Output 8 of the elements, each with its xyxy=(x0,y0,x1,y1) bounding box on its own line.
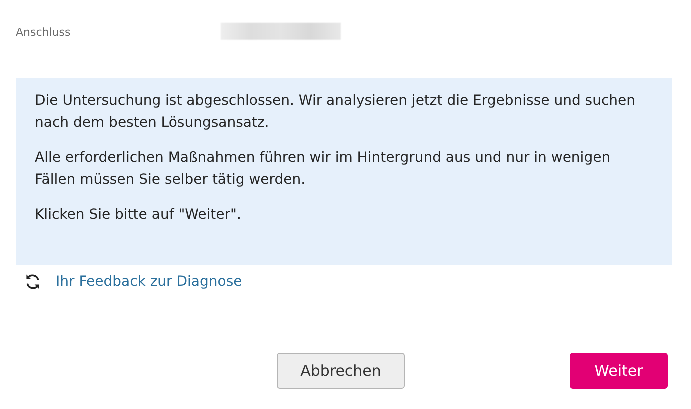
next-button[interactable]: Weiter xyxy=(570,353,668,389)
cancel-button[interactable]: Abbrechen xyxy=(277,353,405,389)
connection-label: Anschluss xyxy=(16,26,72,38)
info-text: Alle erforderlichen Maßnahmen führen wir im Hintergrund aus und nur in wenigen Fällen müssen Sie selber tätig werden. xyxy=(35,149,612,190)
feedback-link[interactable]: Ihr Feedback zur Diagnose xyxy=(56,274,242,290)
info-text: Klicken Sie bitte auf "Weiter". xyxy=(35,206,242,225)
info-text: Die Untersuchung ist abgeschlossen. Wir analysieren jetzt die Ergebnisse und suchen nach dem besten Lösungsansatz. xyxy=(35,92,637,133)
refresh-icon[interactable] xyxy=(24,273,42,291)
